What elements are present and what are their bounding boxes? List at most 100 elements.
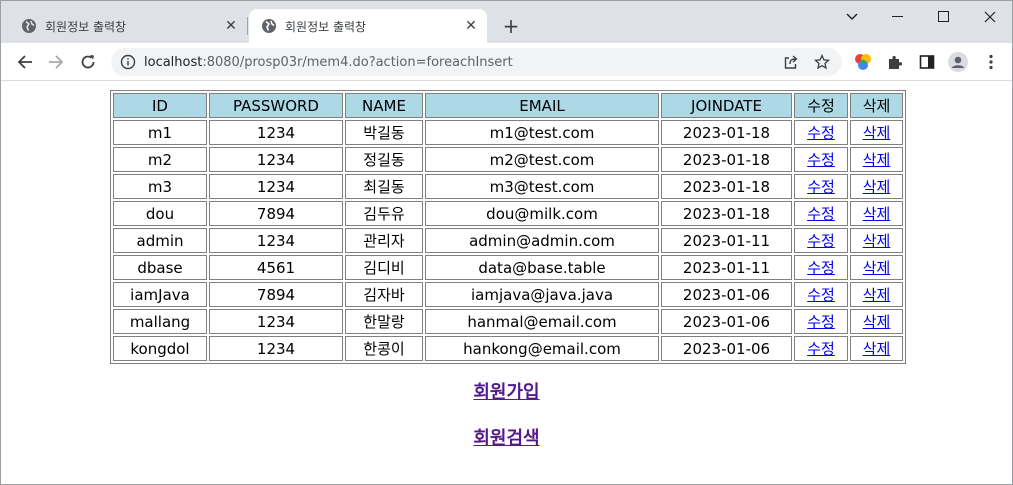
puzzle-icon[interactable] <box>885 52 905 72</box>
cell-email: m3@test.com <box>425 174 659 199</box>
browser-window: 회원정보 출력창 ✕ 회원정보 출력창 ✕ + localhost:8080/p… <box>0 0 1013 485</box>
reload-button[interactable] <box>74 48 102 76</box>
join-member-link[interactable]: 회원가입 <box>1 378 1012 404</box>
delete-link[interactable]: 삭제 <box>863 151 891 169</box>
table-cell: 수정 <box>794 228 848 253</box>
table-cell: 삭제 <box>850 147 903 172</box>
edit-link[interactable]: 수정 <box>807 232 835 250</box>
table-row: admin 1234 관리자 admin@admin.com 2023-01-11 수정 삭… <box>113 228 903 253</box>
table-cell: 수정 <box>794 336 848 361</box>
address-bar[interactable]: localhost:8080/prosp03r/mem4.do?action=f… <box>111 48 842 76</box>
profile-avatar[interactable] <box>948 52 968 72</box>
close-icon[interactable]: ✕ <box>461 16 481 36</box>
edit-link[interactable]: 수정 <box>807 259 835 277</box>
cell-email: hanmal@email.com <box>425 309 659 334</box>
menu-icon[interactable] <box>981 52 1001 72</box>
delete-link[interactable]: 삭제 <box>863 232 891 250</box>
tab-member-info-2[interactable]: 회원정보 출력창 ✕ <box>249 9 487 43</box>
column-header-edit: 수정 <box>794 93 848 118</box>
url-path: :8080/prosp03r/mem4.do?action=foreachIns… <box>202 54 513 70</box>
maximize-button[interactable] <box>921 1 967 33</box>
cell-id: m1 <box>113 120 207 145</box>
cell-password: 1234 <box>209 228 343 253</box>
cell-joindate: 2023-01-06 <box>661 309 792 334</box>
close-window-button[interactable] <box>967 1 1013 33</box>
maximize-icon <box>938 11 949 22</box>
back-button[interactable] <box>11 48 39 76</box>
close-icon[interactable]: ✕ <box>221 16 241 36</box>
table-row: kongdol 1234 한콩이 hankong@email.com 2023-01-0… <box>113 336 903 361</box>
delete-link[interactable]: 삭제 <box>863 124 891 142</box>
cell-password: 1234 <box>209 174 343 199</box>
member-table: ID PASSWORD NAME EMAIL JOINDATE 수정 삭제 m1… <box>110 90 906 364</box>
cell-password: 7894 <box>209 201 343 226</box>
star-icon[interactable] <box>811 53 833 71</box>
reload-icon <box>81 55 95 69</box>
cell-joindate: 2023-01-18 <box>661 174 792 199</box>
table-cell: 삭제 <box>850 201 903 226</box>
table-cell: 삭제 <box>850 282 903 307</box>
url-text: localhost:8080/prosp03r/mem4.do?action=f… <box>144 55 513 70</box>
cell-joindate: 2023-01-18 <box>661 201 792 226</box>
delete-link[interactable]: 삭제 <box>863 286 891 304</box>
delete-link[interactable]: 삭제 <box>863 178 891 196</box>
cell-name: 최길동 <box>345 174 423 199</box>
delete-link[interactable]: 삭제 <box>863 205 891 223</box>
delete-link[interactable]: 삭제 <box>863 340 891 358</box>
close-icon <box>984 11 996 23</box>
cell-email: m2@test.com <box>425 147 659 172</box>
cell-id: m3 <box>113 174 207 199</box>
url-host: localhost <box>144 54 203 70</box>
tab-strip: 회원정보 출력창 ✕ 회원정보 출력창 ✕ + <box>1 1 1012 43</box>
cell-name: 김두유 <box>345 201 423 226</box>
table-cell: 수정 <box>794 120 848 145</box>
cell-name: 김자바 <box>345 282 423 307</box>
chevron-down-icon <box>846 13 858 20</box>
table-row: m3 1234 최길동 m3@test.com 2023-01-18 수정 삭제 <box>113 174 903 199</box>
cell-joindate: 2023-01-11 <box>661 255 792 280</box>
table-cell: 삭제 <box>850 120 903 145</box>
cell-email: hankong@email.com <box>425 336 659 361</box>
minimize-button[interactable] <box>875 1 921 33</box>
delete-link[interactable]: 삭제 <box>863 259 891 277</box>
table-cell: 수정 <box>794 147 848 172</box>
table-row: dbase 4561 김디비 data@base.table 2023-01-11 수정 삭… <box>113 255 903 280</box>
cell-joindate: 2023-01-18 <box>661 147 792 172</box>
edit-link[interactable]: 수정 <box>807 286 835 304</box>
cell-password: 1234 <box>209 336 343 361</box>
cell-id: kongdol <box>113 336 207 361</box>
edit-link[interactable]: 수정 <box>807 124 835 142</box>
share-icon[interactable] <box>780 53 802 71</box>
column-header-name: NAME <box>345 93 423 118</box>
arrow-right-icon <box>49 55 64 69</box>
tab-separator <box>247 17 248 35</box>
cell-name: 한말랑 <box>345 309 423 334</box>
cell-joindate: 2023-01-06 <box>661 336 792 361</box>
table-cell: 수정 <box>794 282 848 307</box>
info-icon[interactable] <box>120 54 136 70</box>
cell-id: dou <box>113 201 207 226</box>
forward-button[interactable] <box>42 48 70 76</box>
cell-password: 1234 <box>209 147 343 172</box>
edit-link[interactable]: 수정 <box>807 340 835 358</box>
table-row: m2 1234 정길동 m2@test.com 2023-01-18 수정 삭제 <box>113 147 903 172</box>
delete-link[interactable]: 삭제 <box>863 313 891 331</box>
tab-title: 회원정보 출력창 <box>285 19 367 34</box>
cell-email: admin@admin.com <box>425 228 659 253</box>
column-header-email: EMAIL <box>425 93 659 118</box>
edit-link[interactable]: 수정 <box>807 151 835 169</box>
new-tab-button[interactable]: + <box>500 14 522 38</box>
edit-link[interactable]: 수정 <box>807 205 835 223</box>
side-panel-icon[interactable] <box>917 52 937 72</box>
globe-icon <box>21 18 37 34</box>
table-cell: 수정 <box>794 174 848 199</box>
color-extension-icon[interactable] <box>853 52 873 72</box>
tab-search-button[interactable] <box>829 1 875 33</box>
tab-member-info-1[interactable]: 회원정보 출력창 ✕ <box>9 9 247 43</box>
cell-password: 1234 <box>209 120 343 145</box>
edit-link[interactable]: 수정 <box>807 313 835 331</box>
table-row: dou 7894 김두유 dou@milk.com 2023-01-18 수정 삭제 <box>113 201 903 226</box>
cell-id: mallang <box>113 309 207 334</box>
edit-link[interactable]: 수정 <box>807 178 835 196</box>
search-member-link[interactable]: 회원검색 <box>1 424 1012 450</box>
